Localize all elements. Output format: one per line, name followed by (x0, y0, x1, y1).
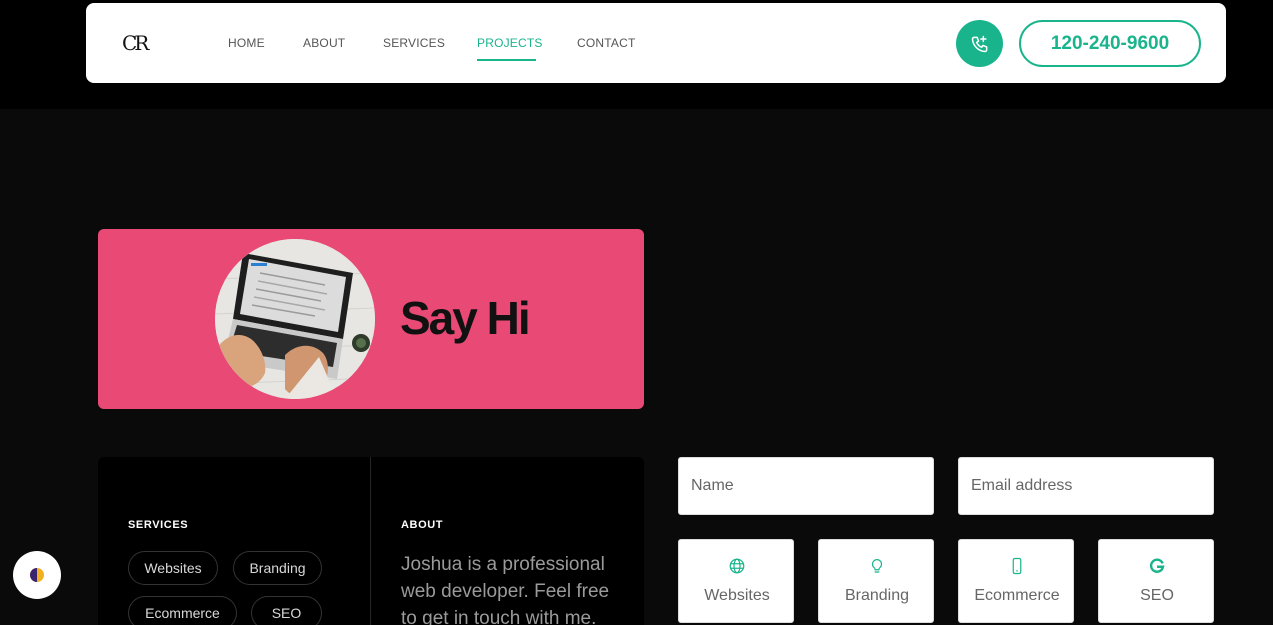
contrast-icon (30, 568, 44, 582)
info-panel: SERVICES Websites Branding Ecommerce SEO… (98, 457, 644, 625)
navbar: CR HOME ABOUT SERVICES PROJECTS CONTACT … (86, 3, 1226, 83)
nav-about[interactable]: ABOUT (303, 36, 345, 50)
nav-home[interactable]: HOME (228, 36, 265, 50)
tag-seo[interactable]: SEO (251, 596, 322, 625)
phone-plus-icon (971, 35, 987, 52)
google-icon (1149, 558, 1165, 573)
laptop-typing-photo (215, 239, 375, 399)
nav-contact[interactable]: CONTACT (577, 36, 636, 50)
tag-branding[interactable]: Branding (233, 551, 322, 585)
service-option-label: SEO (1140, 587, 1174, 604)
name-field[interactable] (678, 457, 934, 515)
laptop-illustration (215, 239, 375, 399)
nav-projects[interactable]: PROJECTS (477, 36, 543, 50)
panel-divider (370, 457, 371, 625)
globe-icon (729, 558, 745, 574)
say-hi-banner: Say Hi (98, 229, 644, 409)
about-text: Joshua is a professional web developer. … (401, 554, 610, 625)
phone-number-button[interactable]: 120-240-9600 (1019, 20, 1201, 67)
logo[interactable]: CR (122, 31, 149, 55)
service-option-ecommerce[interactable]: Ecommerce (958, 539, 1074, 623)
email-field[interactable] (958, 457, 1214, 515)
service-option-branding[interactable]: Branding (818, 539, 934, 623)
service-option-seo[interactable]: SEO (1098, 539, 1214, 623)
active-nav-indicator (477, 59, 536, 61)
say-hi-title: Say Hi (400, 292, 531, 344)
service-option-label: Websites (704, 587, 770, 604)
services-heading: SERVICES (128, 519, 189, 531)
theme-toggle-button[interactable] (13, 551, 61, 599)
nav-services[interactable]: SERVICES (383, 36, 445, 50)
service-option-label: Ecommerce (974, 587, 1060, 604)
about-heading: ABOUT (401, 519, 444, 531)
tag-ecommerce[interactable]: Ecommerce (128, 596, 237, 625)
service-option-label: Branding (844, 587, 910, 604)
tag-websites[interactable]: Websites (128, 551, 218, 585)
service-option-websites[interactable]: Websites (678, 539, 794, 623)
lightbulb-icon (871, 559, 883, 573)
call-button[interactable] (956, 20, 1003, 67)
mobile-icon (1012, 557, 1022, 575)
